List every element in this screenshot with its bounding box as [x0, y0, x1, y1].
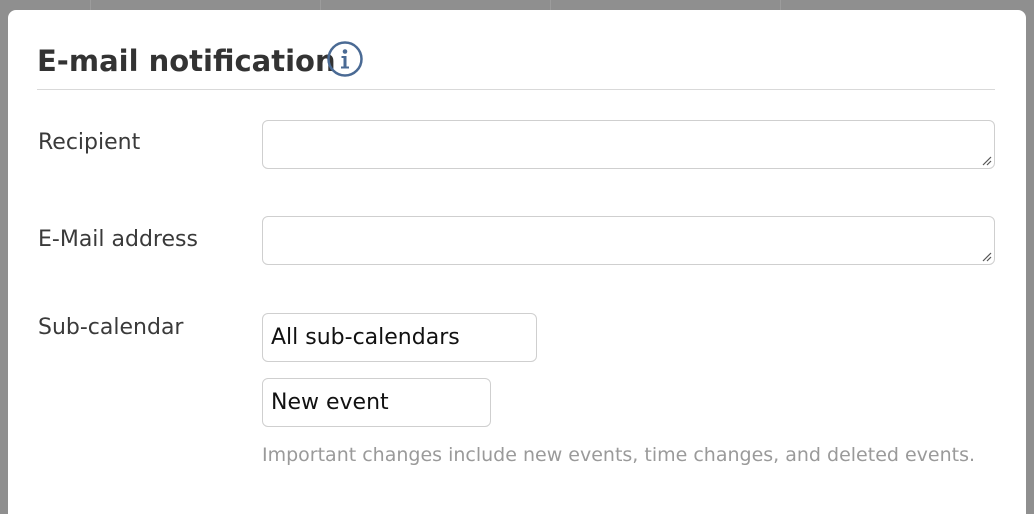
sub-calendar-select[interactable]: All sub-calendars — [262, 313, 537, 362]
event-trigger-selected: New event — [271, 390, 389, 415]
resize-grip-icon[interactable] — [982, 252, 992, 262]
resize-grip-icon[interactable] — [982, 156, 992, 166]
recipient-label: Recipient — [38, 130, 141, 155]
sub-calendar-label: Sub-calendar — [38, 315, 184, 340]
dialog-title: E-mail notification — [37, 44, 336, 78]
email-address-label: E-Mail address — [38, 227, 198, 252]
info-circle-icon[interactable] — [327, 41, 363, 77]
email-address-textarea[interactable] — [262, 216, 995, 265]
sub-calendar-selected: All sub-calendars — [271, 325, 460, 350]
dialog-header: E-mail notification — [37, 38, 995, 90]
help-text: Important changes include new events, ti… — [262, 444, 976, 466]
event-trigger-select[interactable]: New event — [262, 378, 491, 427]
email-notification-dialog: E-mail notification Recipient E-Mail add… — [8, 10, 1026, 514]
recipient-textarea[interactable] — [262, 120, 995, 169]
